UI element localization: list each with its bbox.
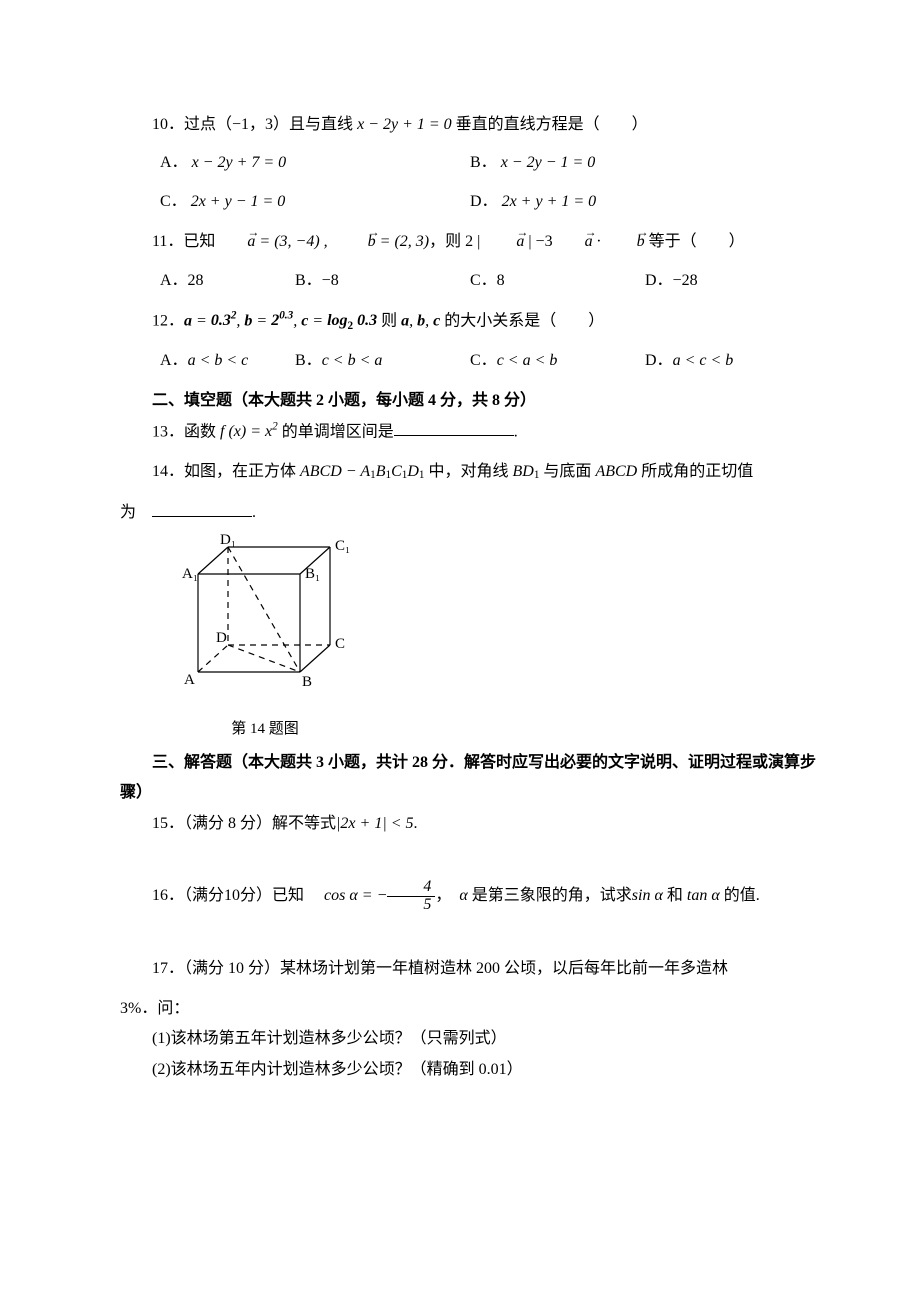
q10-option-c: C． 2x + y − 1 = 0: [120, 187, 470, 217]
label-D: D: [216, 630, 227, 646]
q11-options: A．28 B．−8 C．8 D．−28: [120, 266, 820, 296]
question-16: 16．（满分10分）已知 cos α = −45， α 是第三象限的角，试求si…: [120, 879, 820, 914]
cube-svg: D₁ C₁ A₁ B₁ D C A B: [180, 532, 370, 702]
label-A: A: [184, 672, 195, 688]
question-12: 12．a = 0.32, b = 20.3, c = log2 0.3 则 a,…: [120, 306, 820, 376]
section-2-title: 二、填空题（本大题共 2 小题，每小题 4 分，共 8 分）: [120, 386, 820, 416]
q12-option-b: B．c < b < a: [295, 346, 470, 376]
label-A1: A₁: [182, 566, 198, 582]
figure-caption: 第 14 题图: [180, 715, 350, 744]
q10-option-a: A． x − 2y + 7 = 0: [120, 148, 470, 178]
section-3-title: 三、解答题（本大题共 3 小题，共计 28 分．解答时应写出必要的文字说明、证明…: [120, 748, 820, 809]
q11-option-c: C．8: [470, 266, 645, 296]
question-15: 15．（满分 8 分）解不等式|2x + 1| < 5.: [120, 809, 820, 839]
q11-option-b: B．−8: [295, 266, 470, 296]
q10-option-d: D． 2x + y + 1 = 0: [470, 187, 820, 217]
q12-option-c: C．c < a < b: [470, 346, 645, 376]
q10-stem: 10．过点（−1，3）且与直线 x − 2y + 1 = 0 垂直的直线方程是（…: [152, 116, 648, 133]
label-D1: D₁: [220, 532, 236, 548]
q17-part1: (1)该林场第五年计划造林多少公顷？（只需列式）: [120, 1024, 820, 1054]
question-11: 11．已知a = (3, −4) , b = (2, 3)，则 2 | a | …: [120, 227, 820, 296]
q11-stem: 11．已知a = (3, −4) , b = (2, 3)，则 2 | a | …: [152, 233, 745, 250]
question-13: 13．函数 f (x) = x2 的单调增区间是.: [120, 417, 820, 448]
label-C1: C₁: [335, 538, 350, 554]
label-B: B: [302, 674, 312, 690]
q11-option-d: D．−28: [645, 266, 820, 296]
label-C: C: [335, 636, 345, 652]
q10-option-b: B． x − 2y − 1 = 0: [470, 148, 820, 178]
q17-stem: 17．（满分 10 分）某林场计划第一年植树造林 200 公顷，以后每年比前一年…: [152, 960, 728, 977]
blank-field: [152, 501, 252, 517]
q12-options: A．a < b < c B．c < b < a C．c < a < b D．a …: [120, 346, 820, 376]
cube-figure: D₁ C₁ A₁ B₁ D C A B 第 14 题图: [180, 532, 820, 744]
q10-options-row2: C． 2x + y − 1 = 0 D． 2x + y + 1 = 0: [120, 187, 820, 217]
q12-option-d: D．a < c < b: [645, 346, 820, 376]
label-B1: B₁: [305, 566, 320, 582]
q12-option-a: A．a < b < c: [120, 346, 295, 376]
question-10: 10．过点（−1，3）且与直线 x − 2y + 1 = 0 垂直的直线方程是（…: [120, 110, 820, 217]
q11-option-a: A．28: [120, 266, 295, 296]
question-14-line2: 为 .: [120, 498, 820, 528]
blank-field: [394, 420, 514, 436]
q17-part2: (2)该林场五年内计划造林多少公顷？（精确到 0.01）: [120, 1055, 820, 1085]
question-14: 14．如图，在正方体 ABCD − A1B1C1D1 中，对角线 BD1 与底面…: [120, 457, 820, 487]
q12-stem: 12．a = 0.32, b = 20.3, c = log2 0.3 则 a,…: [152, 312, 604, 329]
q10-options-row1: A． x − 2y + 7 = 0 B． x − 2y − 1 = 0: [120, 148, 820, 178]
q17-line2: 3%．问：: [120, 994, 820, 1024]
question-17: 17．（满分 10 分）某林场计划第一年植树造林 200 公顷，以后每年比前一年…: [120, 954, 820, 984]
